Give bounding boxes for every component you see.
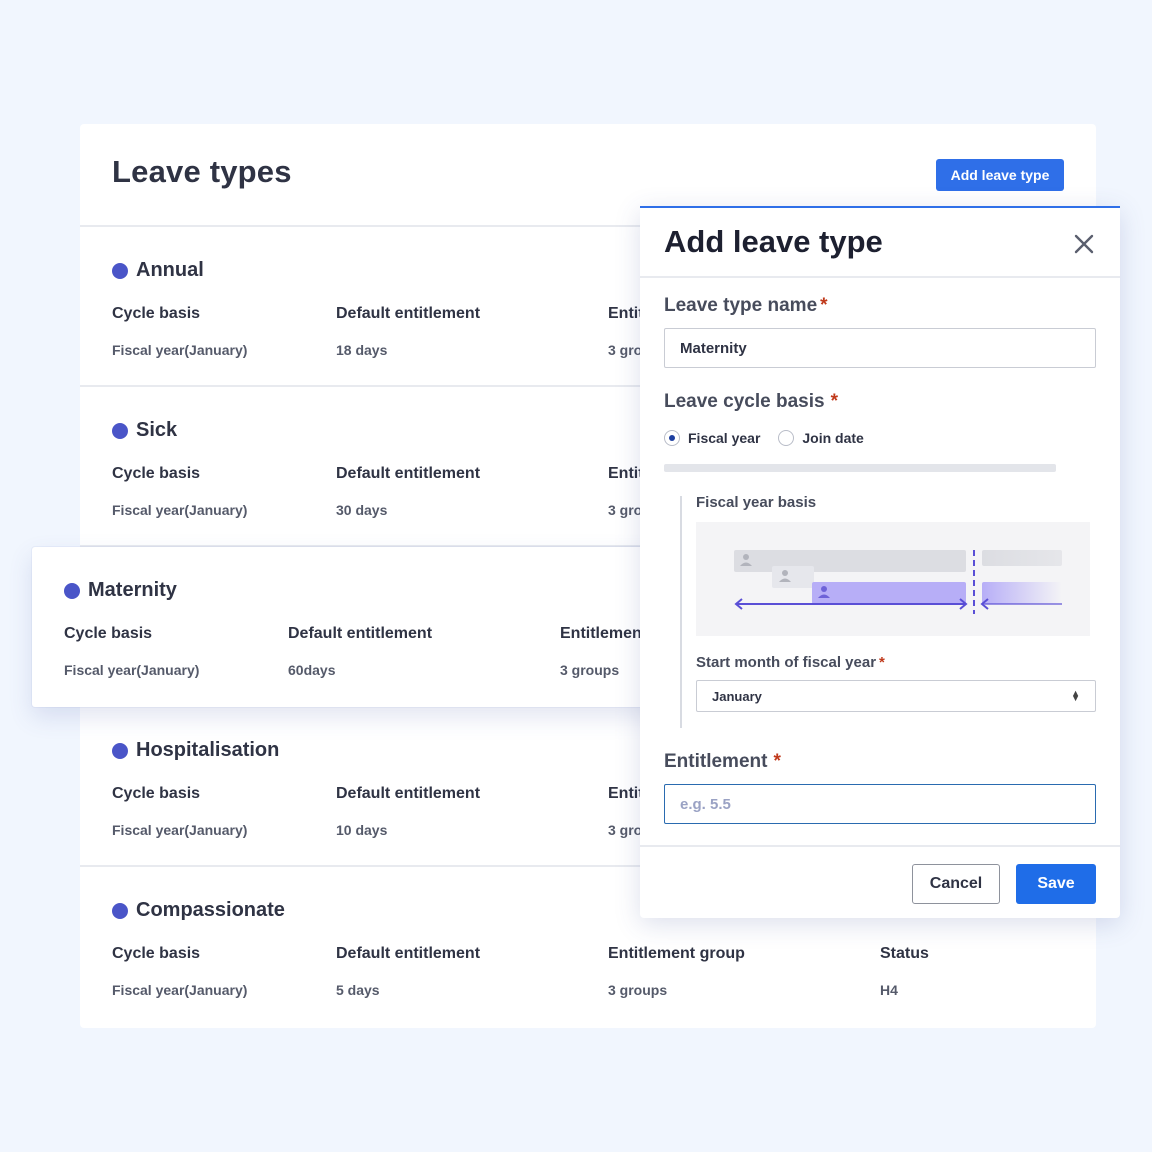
default-entitlement-value: 5 days	[336, 982, 380, 998]
modal-title: Add leave type	[664, 224, 883, 259]
timeline-illustration-icon	[734, 550, 1062, 614]
required-marker: *	[820, 295, 828, 316]
column-label-cycle-basis: Cycle basis	[64, 625, 153, 642]
default-entitlement-value: 10 days	[336, 822, 388, 838]
column-label-cycle-basis: Cycle basis	[112, 465, 201, 482]
cycle-basis-radio-group: Fiscal year Join date	[664, 430, 882, 446]
entitlement-group-value: 3 groups	[560, 662, 620, 678]
column-label-default-entitlement: Default entitlement	[336, 465, 481, 482]
default-entitlement-value: 18 days	[336, 342, 388, 358]
modal-footer: Cancel Save	[640, 845, 1120, 918]
cycle-basis-value: Fiscal year(January)	[64, 662, 200, 678]
status-value: H4	[880, 982, 898, 998]
sort-arrows-icon: ▲ ▼	[1071, 688, 1080, 703]
select-value: January	[712, 688, 762, 704]
leave-type-name: Hospitalisation	[112, 739, 279, 762]
radio-join-date[interactable]: Join date	[778, 430, 864, 446]
cycle-basis-value: Fiscal year(January)	[112, 982, 248, 998]
column-label-default-entitlement: Default entitlement	[336, 305, 481, 322]
column-label-cycle-basis: Cycle basis	[112, 945, 201, 962]
leave-type-label: Hospitalisation	[136, 739, 280, 761]
leave-type-label: Compassionate	[136, 899, 285, 921]
column-label-status: Status	[880, 945, 929, 962]
leave-type-name-input[interactable]	[664, 328, 1096, 368]
start-month-label: Start month of fiscal year *	[696, 654, 885, 671]
status-dot-icon	[64, 582, 80, 599]
status-dot-icon	[112, 742, 128, 759]
radio-label: Fiscal year	[688, 430, 761, 446]
leave-type-label: Sick	[136, 419, 178, 441]
save-button[interactable]: Save	[1016, 864, 1096, 904]
close-icon	[1074, 234, 1094, 254]
radio-unchecked-icon[interactable]	[778, 430, 795, 446]
leave-type-name: Compassionate	[112, 899, 285, 922]
status-dot-icon	[112, 422, 128, 439]
column-label-default-entitlement: Default entitlement	[288, 625, 433, 642]
leave-type-name-label: Leave type name *	[664, 295, 828, 317]
field-label-text: Leave cycle basis	[664, 391, 825, 412]
required-marker: *	[879, 654, 885, 671]
default-entitlement-value: 60days	[288, 662, 336, 678]
cycle-basis-value: Fiscal year(January)	[112, 342, 248, 358]
entitlement-label: Entitlement *	[664, 751, 781, 773]
leave-type-label: Annual	[136, 259, 204, 281]
fiscal-year-basis-label: Fiscal year basis	[696, 494, 817, 511]
status-dot-icon	[112, 262, 128, 279]
subsection-indent-line	[680, 496, 682, 728]
leave-type-name: Sick	[112, 419, 177, 442]
close-button[interactable]	[1072, 232, 1096, 256]
start-month-select[interactable]: January ▲ ▼	[696, 680, 1096, 712]
required-marker: *	[773, 751, 781, 772]
default-entitlement-value: 30 days	[336, 502, 388, 518]
fiscal-year-illustration	[696, 522, 1090, 636]
column-label-cycle-basis: Cycle basis	[112, 785, 201, 802]
leave-type-label: Maternity	[88, 579, 177, 601]
column-label-default-entitlement: Default entitlement	[336, 785, 481, 802]
column-label-default-entitlement: Default entitlement	[336, 945, 481, 962]
cancel-button[interactable]: Cancel	[912, 864, 1000, 904]
cycle-basis-value: Fiscal year(January)	[112, 822, 248, 838]
required-marker: *	[830, 391, 838, 412]
field-label-text: Entitlement	[664, 751, 768, 772]
status-dot-icon	[112, 902, 128, 919]
cycle-basis-value: Fiscal year(January)	[112, 502, 248, 518]
radio-checked-icon[interactable]	[664, 430, 680, 446]
column-label-cycle-basis: Cycle basis	[112, 305, 201, 322]
field-label-text: Leave type name	[664, 295, 818, 316]
section-divider	[664, 464, 1056, 472]
leave-type-name: Maternity	[64, 579, 177, 602]
add-leave-type-button[interactable]: Add leave type	[936, 159, 1064, 191]
entitlement-group-value: 3 groups	[608, 982, 668, 998]
radio-label: Join date	[802, 430, 864, 446]
leave-cycle-basis-label: Leave cycle basis *	[664, 391, 838, 413]
add-leave-type-modal: Add leave type Leave type name* Leave cy…	[640, 206, 1120, 918]
entitlement-input[interactable]	[664, 784, 1096, 824]
radio-fiscal-year[interactable]: Fiscal year	[664, 430, 760, 446]
column-label-entitlement-group: Entitlement group	[608, 945, 745, 962]
maternity-leave-card[interactable]: Maternity Cycle basis Default entitlemen…	[32, 547, 672, 707]
field-label-text: Start month of fiscal year	[696, 654, 877, 671]
page-title: Leave types	[112, 154, 292, 189]
modal-header: Add leave type	[640, 208, 1120, 278]
leave-type-name: Annual	[112, 259, 204, 282]
